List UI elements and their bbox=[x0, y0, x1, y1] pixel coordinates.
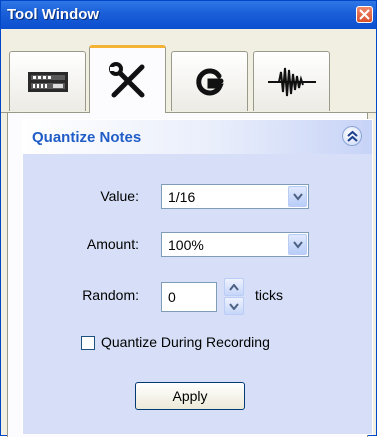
random-input[interactable]: 0 bbox=[161, 282, 217, 312]
amount-label: Amount: bbox=[86, 236, 139, 252]
random-spinner bbox=[224, 278, 244, 316]
chevron-down-icon bbox=[293, 193, 303, 201]
tab-tools[interactable] bbox=[89, 45, 166, 113]
random-unit-label: ticks bbox=[255, 287, 283, 303]
spin-down-button[interactable] bbox=[224, 297, 244, 315]
random-label: Random: bbox=[82, 287, 139, 303]
apply-button[interactable]: Apply bbox=[135, 382, 245, 410]
amount-select-dropdown[interactable] bbox=[288, 234, 307, 255]
double-chevron-up-icon bbox=[347, 130, 358, 142]
waveform-icon bbox=[267, 67, 316, 96]
panel-title: Quantize Notes bbox=[32, 129, 142, 146]
quantize-during-recording-label[interactable]: Quantize During Recording bbox=[101, 334, 270, 350]
chevron-down-icon bbox=[293, 241, 303, 249]
value-select[interactable]: 1/16 bbox=[161, 184, 309, 209]
value-label: Value: bbox=[100, 188, 139, 204]
window-title: Tool Window bbox=[7, 6, 100, 23]
value-select-dropdown[interactable] bbox=[288, 186, 307, 207]
quantize-panel: Quantize Notes Value: 1/16 Amount: 100% … bbox=[22, 119, 373, 435]
value-select-value: 1/16 bbox=[168, 189, 196, 205]
tab-waveform[interactable] bbox=[253, 51, 330, 111]
mixer-icon bbox=[27, 71, 68, 92]
amount-select[interactable]: 100% bbox=[161, 232, 309, 257]
close-button[interactable] bbox=[356, 6, 373, 23]
tab-strip bbox=[1, 29, 376, 113]
quantize-during-recording-checkbox[interactable] bbox=[81, 336, 95, 350]
amount-select-value: 100% bbox=[168, 237, 204, 253]
close-icon bbox=[359, 9, 370, 20]
chevron-up-icon bbox=[229, 284, 239, 291]
tab-content: Quantize Notes Value: 1/16 Amount: 100% … bbox=[7, 113, 373, 437]
title-bar[interactable]: Tool Window bbox=[1, 1, 376, 29]
random-input-value: 0 bbox=[168, 289, 176, 305]
chevron-down-icon bbox=[229, 303, 239, 310]
tab-mixer[interactable] bbox=[9, 51, 86, 111]
g-logo-icon bbox=[195, 67, 224, 95]
collapse-button[interactable] bbox=[342, 126, 362, 146]
tools-icon bbox=[108, 61, 144, 97]
spin-up-button[interactable] bbox=[224, 278, 244, 296]
tool-window: Tool Window Quantize Notes Value: 1/16 A… bbox=[0, 0, 377, 437]
tab-g-logo[interactable] bbox=[171, 51, 248, 111]
panel-header[interactable]: Quantize Notes bbox=[23, 120, 372, 154]
